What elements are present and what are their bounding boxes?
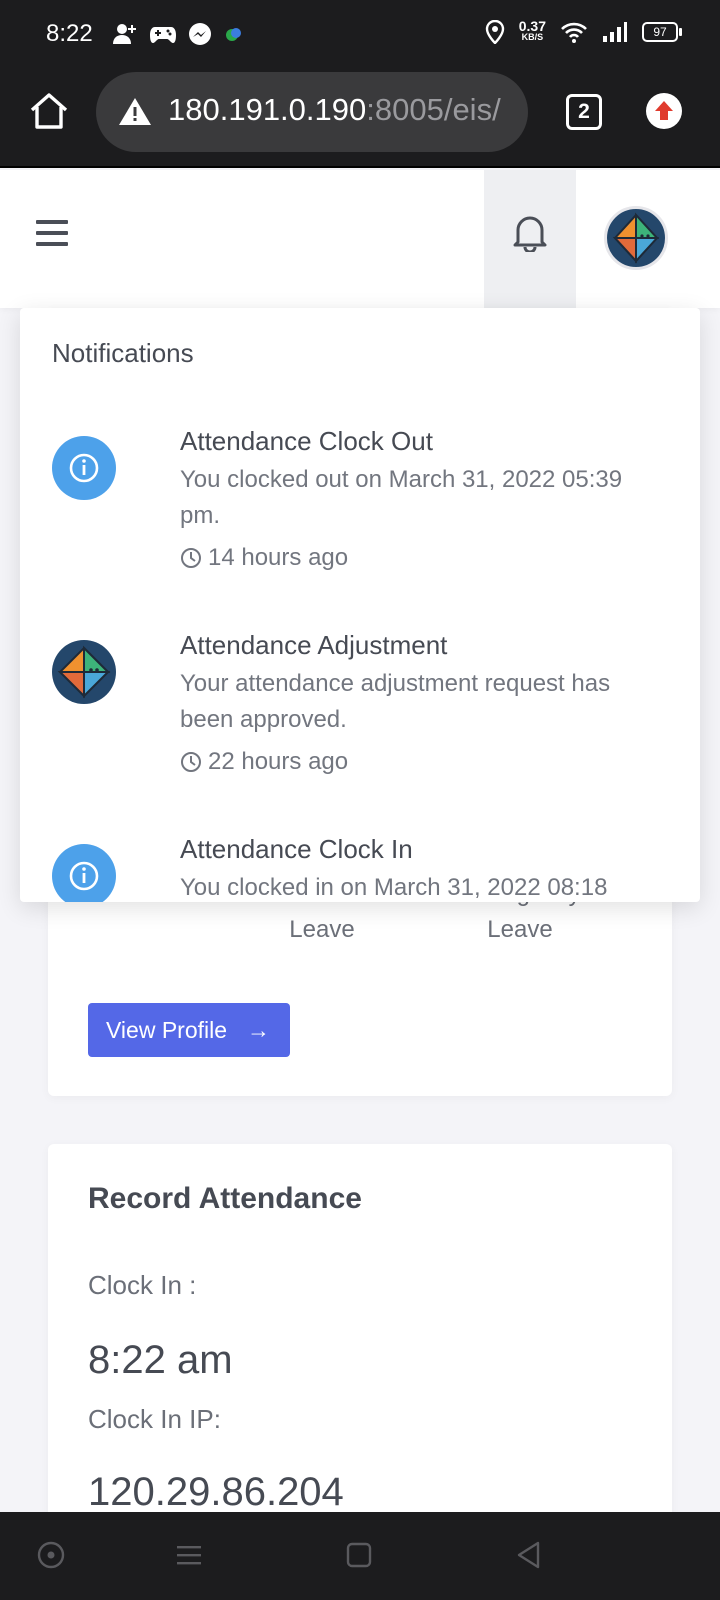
clock-in-time: 8:22 am [88,1338,233,1382]
gamepad-icon [150,27,176,43]
home-square-icon[interactable] [344,1540,374,1570]
arrow-right-icon: → [247,1017,270,1043]
user-avatar[interactable] [604,206,668,270]
network-speed-value: 0.37 [518,18,546,34]
notification-time-text: 14 hours ago [208,544,349,571]
record-attendance-title: Record Attendance [88,1182,362,1215]
notification-time: 22 hours ago [180,748,348,776]
location-icon [485,20,504,44]
upload-button[interactable] [646,93,682,129]
notification-heading: Attendance Adjustment [180,630,448,660]
status-notification-icons [112,22,244,46]
status-time: 8:22 [46,20,93,47]
notification-heading: Attendance Clock Out [180,426,433,456]
view-profile-button[interactable]: View Profile → [88,1003,290,1057]
avatar-icon [52,640,116,704]
clock-icon [181,548,201,568]
notifications-dropdown: Notifications Attendance Clock Out You c… [20,308,700,902]
app-status-icon [226,28,241,41]
hamburger-menu-button[interactable] [36,220,68,248]
notification-body: You clocked in on March 31, 2022 08:18 [180,874,608,901]
notification-item[interactable]: Attendance Adjustment Your attendance ad… [20,630,700,810]
warning-icon[interactable] [118,96,152,126]
url-path: :8005/eis/ [366,92,501,127]
network-speed-unit: KB/S [521,32,544,42]
notification-item[interactable]: Attendance Clock Out You clocked out on … [20,426,700,606]
app-header [0,170,720,308]
info-icon [52,844,116,902]
bell-icon [513,216,547,252]
menu-icon[interactable] [174,1540,204,1570]
clock-in-label: Clock In : [88,1270,197,1300]
status-bar: 8:22 0.37 KB/S 97 [0,0,720,70]
info-icon [52,436,116,500]
url-host: 180.191.0.190 [168,92,367,127]
arrow-up-icon [655,101,673,120]
back-icon[interactable] [514,1540,544,1570]
notification-body: Your attendance adjustment request has b… [180,670,611,733]
battery-indicator: 97 [642,22,682,42]
signal-icon [603,22,627,42]
add-contact-icon [113,24,136,44]
notification-heading: Attendance Clock In [180,834,413,864]
notification-time-text: 22 hours ago [208,748,349,775]
wifi-icon [561,22,587,43]
notification-item[interactable]: Attendance Clock In You clocked in on Ma… [20,834,700,902]
url-text: 180.191.0.190:8005/eis/ [168,92,501,128]
messenger-icon [189,23,211,45]
notification-body: You clocked out on March 31, 2022 05:39 … [180,466,623,529]
browser-toolbar: 180.191.0.190:8005/eis/ 2 [0,70,720,168]
clock-in-ip-value: 120.29.86.204 [88,1470,344,1514]
system-navigation-bar [0,1512,720,1600]
network-speed: 0.37 KB/S [518,18,546,43]
assistant-icon[interactable] [36,1540,66,1570]
notifications-button[interactable] [484,170,576,308]
home-icon[interactable] [28,90,70,132]
tab-switcher-button[interactable]: 2 [566,94,602,130]
clock-icon [181,752,201,772]
avatar-logo-icon [612,212,660,264]
view-profile-label: View Profile [106,1017,228,1043]
notifications-title: Notifications [52,338,194,368]
clock-in-ip-label: Clock In IP: [88,1404,221,1434]
address-bar[interactable]: 180.191.0.190:8005/eis/ [96,72,528,152]
notification-time: 14 hours ago [180,544,348,572]
